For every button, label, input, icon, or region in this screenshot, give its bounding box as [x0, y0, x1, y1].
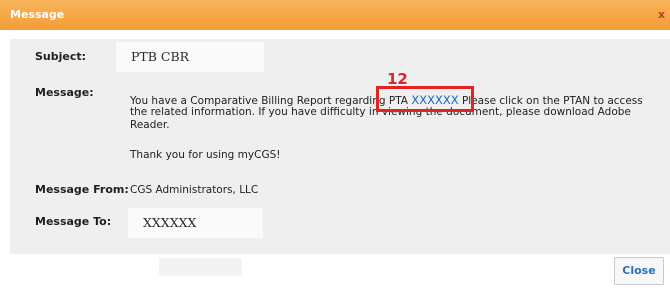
message-dialog: Message x Subject: PTB CBR Message: You …: [0, 0, 670, 295]
close-icon[interactable]: x: [658, 8, 665, 21]
dialog-title-bar[interactable]: Message x: [0, 0, 670, 30]
to-value: XXXXXX: [128, 208, 263, 238]
subject-label: Subject:: [35, 50, 87, 63]
from-label: Message From:: [35, 183, 129, 196]
message-thanks: Thank you for using myCGS!: [130, 149, 281, 161]
footer-field: [159, 258, 242, 276]
message-line-3: Reader.: [130, 119, 170, 131]
annotation-highlight-box: [376, 86, 474, 112]
close-button[interactable]: Close: [614, 257, 664, 285]
subject-value: PTB CBR: [116, 42, 264, 72]
message-label: Message:: [35, 86, 94, 99]
dialog-footer: [0, 254, 670, 295]
from-value: CGS Administrators, LLC: [130, 184, 259, 196]
to-label: Message To:: [35, 215, 112, 228]
dialog-title: Message: [10, 8, 65, 21]
